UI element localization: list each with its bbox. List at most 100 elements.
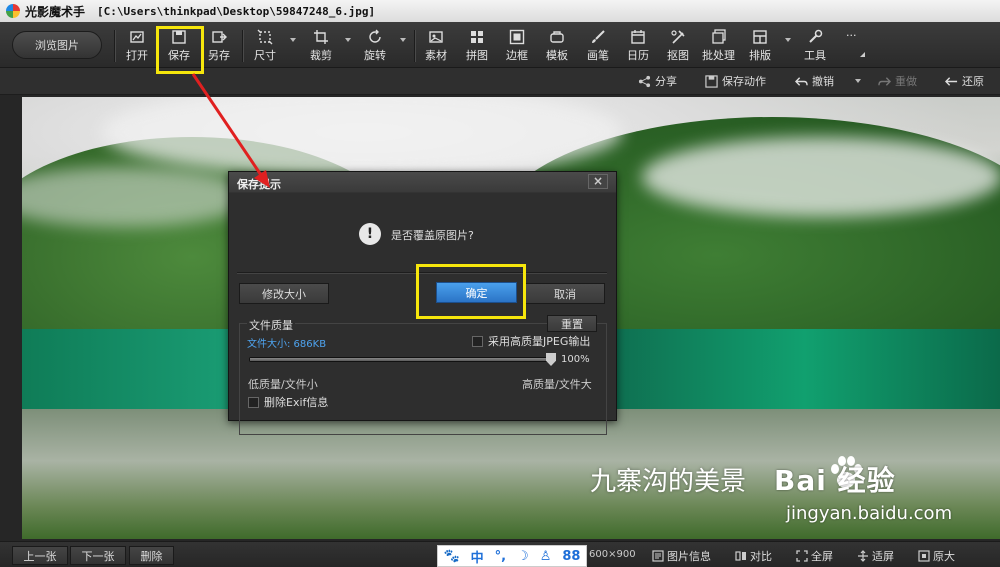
browse-images-button[interactable]: 浏览图片 bbox=[12, 31, 102, 59]
dialog-close-button[interactable]: × bbox=[588, 174, 608, 189]
brush-button[interactable]: 画笔 bbox=[587, 26, 609, 66]
undo-icon bbox=[795, 76, 808, 86]
share-label: 分享 bbox=[655, 75, 677, 88]
ime-grid-icon[interactable]: 88 bbox=[562, 549, 580, 564]
restore-label: 还原 bbox=[962, 75, 984, 88]
brush-icon bbox=[592, 30, 605, 43]
template-button[interactable]: 模板 bbox=[546, 26, 568, 66]
rotate-dropdown-caret-icon[interactable] bbox=[400, 38, 406, 42]
warning-icon: ! bbox=[359, 223, 381, 245]
layout-label: 排版 bbox=[749, 49, 771, 62]
tools-icon bbox=[809, 29, 823, 43]
crop-button[interactable]: 裁剪 bbox=[310, 26, 332, 66]
material-button[interactable]: 素材 bbox=[425, 26, 447, 66]
previous-image-button[interactable]: 上一张 bbox=[12, 546, 68, 565]
file-size-label: 文件大小: 686KB bbox=[247, 339, 327, 350]
fullscreen-button[interactable]: 全屏 bbox=[796, 548, 833, 564]
layout-dropdown-caret-icon[interactable] bbox=[785, 38, 791, 42]
reset-button[interactable]: 重置 bbox=[547, 315, 597, 332]
image-info-label: 图片信息 bbox=[667, 550, 711, 563]
batch-button[interactable]: 批处理 bbox=[702, 26, 735, 66]
restore-icon bbox=[945, 76, 958, 86]
redo-button[interactable]: 重做 bbox=[878, 73, 917, 89]
layout-icon bbox=[753, 30, 767, 44]
cutout-label: 抠图 bbox=[667, 49, 689, 62]
next-image-button[interactable]: 下一张 bbox=[70, 546, 126, 565]
image-info-icon bbox=[652, 550, 664, 562]
batch-label: 批处理 bbox=[702, 49, 735, 62]
original-size-button[interactable]: 原大 bbox=[918, 548, 955, 564]
high-quality-jpeg-checkbox[interactable] bbox=[472, 335, 483, 347]
delete-image-button[interactable]: 删除 bbox=[129, 546, 174, 565]
undo-dropdown-caret-icon[interactable] bbox=[855, 79, 861, 83]
high-quality-jpeg-option[interactable]: 采用高质量JPEG输出 bbox=[472, 333, 590, 349]
main-toolbar: 浏览图片 打开 保存 另存 尺寸 裁剪 旋转 素材 拼图 边框 模板 画笔 日历… bbox=[0, 22, 1000, 68]
open-icon bbox=[130, 31, 144, 43]
ime-paw-icon[interactable]: 🐾 bbox=[443, 549, 459, 564]
undo-label: 撤销 bbox=[812, 75, 834, 88]
delete-exif-checkbox[interactable] bbox=[248, 396, 259, 408]
open-button[interactable]: 打开 bbox=[126, 26, 148, 66]
open-label: 打开 bbox=[126, 49, 148, 62]
calendar-label: 日历 bbox=[627, 49, 649, 62]
app-name: 光影魔术手 bbox=[25, 4, 86, 19]
toolbar-separator bbox=[242, 30, 243, 62]
save-highlight-box bbox=[156, 26, 204, 74]
high-quality-label: 高质量/文件大 bbox=[522, 378, 592, 391]
tools-button[interactable]: 工具 bbox=[804, 26, 826, 66]
cancel-button[interactable]: 取消 bbox=[525, 283, 605, 304]
compare-button[interactable]: 对比 bbox=[735, 548, 772, 564]
compare-icon bbox=[735, 551, 746, 561]
layout-button[interactable]: 排版 bbox=[749, 26, 771, 66]
fit-screen-icon bbox=[858, 550, 868, 562]
border-button[interactable]: 边框 bbox=[506, 26, 528, 66]
undo-button[interactable]: 撤销 bbox=[795, 73, 834, 89]
file-quality-label: 文件质量 bbox=[247, 317, 295, 333]
fit-screen-label: 适屏 bbox=[872, 550, 894, 563]
tools-label: 工具 bbox=[804, 49, 826, 62]
crop-label: 裁剪 bbox=[310, 49, 332, 62]
resize-button[interactable]: 修改大小 bbox=[239, 283, 329, 304]
quality-slider-track[interactable] bbox=[249, 357, 554, 362]
restore-button[interactable]: 还原 bbox=[945, 73, 984, 89]
calendar-button[interactable]: 日历 bbox=[627, 26, 649, 66]
batch-icon bbox=[711, 29, 726, 44]
more-button[interactable]: ··· bbox=[846, 26, 857, 66]
toolbar-separator bbox=[414, 30, 415, 62]
border-icon bbox=[509, 29, 525, 45]
redo-icon bbox=[878, 76, 891, 86]
dialog-title: 保存提示 bbox=[237, 178, 281, 191]
cutout-button[interactable]: 抠图 bbox=[667, 26, 689, 66]
fit-screen-button[interactable]: 适屏 bbox=[857, 548, 894, 564]
ime-punctuation-icon[interactable]: °, bbox=[495, 549, 506, 564]
resize-dropdown-caret-icon[interactable] bbox=[290, 38, 296, 42]
share-button[interactable]: 分享 bbox=[638, 73, 677, 89]
resize-label: 尺寸 bbox=[254, 49, 276, 62]
ime-moon-icon[interactable]: ☽ bbox=[517, 549, 529, 564]
rotate-icon bbox=[369, 29, 381, 43]
collage-button[interactable]: 拼图 bbox=[466, 26, 488, 66]
save-action-label: 保存动作 bbox=[722, 75, 766, 88]
collage-icon bbox=[471, 31, 483, 43]
quality-percent: 100% bbox=[561, 354, 590, 365]
corner-expand-icon[interactable] bbox=[860, 52, 865, 57]
status-bar: 上一张 下一张 删除 🐾 中 °, ☽ ♙ 88 600×900 图片信息 对比… bbox=[0, 541, 1000, 567]
image-info-button[interactable]: 图片信息 bbox=[652, 548, 711, 564]
rotate-button[interactable]: 旋转 bbox=[364, 26, 386, 66]
resize-button[interactable]: 尺寸 bbox=[254, 26, 276, 66]
baidu-watermark: Bai 经验 jingyan.baidu.com bbox=[774, 456, 974, 537]
original-size-icon bbox=[918, 550, 930, 562]
delete-exif-label: 删除Exif信息 bbox=[264, 396, 329, 409]
ime-user-icon[interactable]: ♙ bbox=[540, 549, 552, 564]
image-dimensions: 600×900 bbox=[589, 549, 636, 560]
compare-label: 对比 bbox=[750, 550, 772, 563]
ime-chinese-mode[interactable]: 中 bbox=[471, 547, 484, 566]
delete-exif-option[interactable]: 删除Exif信息 bbox=[248, 394, 328, 410]
app-logo-icon bbox=[6, 4, 20, 18]
save-as-button[interactable]: 另存 bbox=[208, 26, 230, 66]
share-icon bbox=[638, 75, 651, 87]
more-icon: ··· bbox=[846, 29, 857, 42]
crop-dropdown-caret-icon[interactable] bbox=[345, 38, 351, 42]
save-as-icon bbox=[212, 31, 227, 43]
save-action-button[interactable]: 保存动作 bbox=[705, 73, 766, 89]
